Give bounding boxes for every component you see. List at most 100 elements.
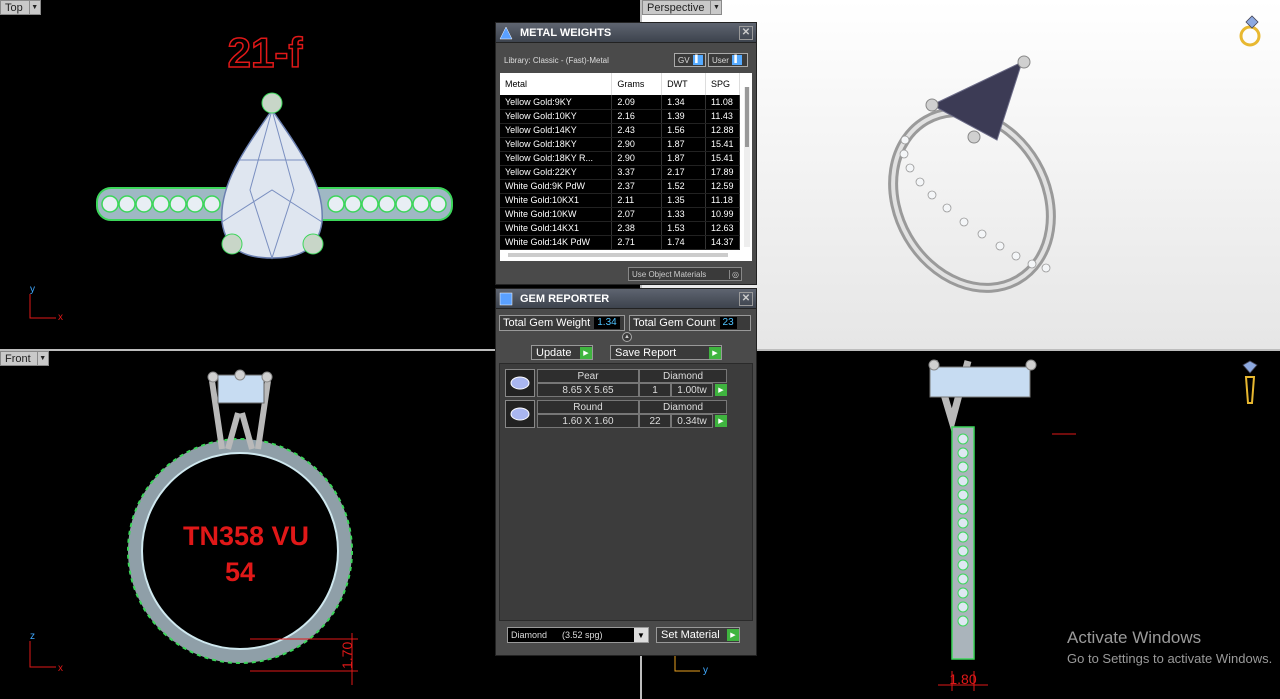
total-gem-weight-label: Total Gem Weight [503,317,591,329]
close-icon[interactable]: ✕ [739,25,753,40]
axis-y-label: y [30,284,35,295]
table-cell: Yellow Gold:10KY [500,109,613,124]
panel-title-bar[interactable]: METAL WEIGHTS ✕ [496,23,756,43]
pear-gem-icon [505,369,535,397]
material-select[interactable]: Diamond (3.52 spg) ▼ [507,627,649,643]
table-cell: 10.99 [705,207,740,222]
gem-material: Diamond [639,400,727,414]
panel-title: METAL WEIGHTS [520,26,612,39]
table-cell: Yellow Gold:22KY [500,165,613,180]
table-row[interactable]: Yellow Gold:14KY 2.43 1.56 12.88 [500,123,740,138]
toggle-icon: ▌ [731,55,742,65]
update-button[interactable]: Update ▶ [531,345,593,360]
play-icon: ▶ [580,346,592,359]
column-header[interactable]: Metal [500,73,613,95]
viewport-label-front[interactable]: Front ▼ [0,351,49,366]
axis-icon [29,294,56,319]
table-row[interactable]: Yellow Gold:22KY 3.37 2.17 17.89 [500,165,740,180]
column-header[interactable]: Grams [611,73,663,95]
total-gem-weight: Total Gem Weight 1.34 [499,315,625,331]
table-cell: 1.39 [661,109,707,124]
vertical-scrollbar[interactable] [744,87,750,247]
round-gem-icon [505,400,535,428]
panel-title-bar[interactable]: GEM REPORTER ✕ [496,289,756,309]
gem-item-pear[interactable]: Pear Diamond 8.65 X 5.65 1 1.00tw ▶ [505,369,729,399]
use-object-materials-dropdown[interactable]: Use Object Materials ◎ [628,267,742,281]
table-row[interactable]: White Gold:10KX1 2.11 1.35 11.18 [500,193,740,208]
user-toggle[interactable]: User ▌ [708,53,748,67]
gem-list: Pear Diamond 8.65 X 5.65 1 1.00tw ▶ Roun… [499,363,753,621]
table-cell: 15.41 [705,151,740,166]
table-cell: 2.90 [611,151,663,166]
set-material-label: Set Material [661,629,720,641]
viewport-name: Perspective [647,1,705,14]
play-icon: ▶ [727,629,739,641]
gem-material: Diamond [639,369,727,383]
table-cell: 12.88 [705,123,740,138]
gem-weight: 0.34tw [671,414,713,428]
table-cell: Yellow Gold:18KY R... [500,151,613,166]
play-icon[interactable]: ▶ [715,415,727,427]
table-cell: 1.33 [661,207,707,222]
gem-size: 1.60 X 1.60 [537,414,639,428]
total-gem-weight-value: 1.34 [594,317,620,329]
table-row[interactable]: Yellow Gold:9KY 2.09 1.34 11.08 [500,95,740,110]
table-cell: White Gold:14KX1 [500,221,613,236]
ring-icon[interactable] [1239,15,1261,47]
gem-size: 8.65 X 5.65 [537,383,639,397]
gv-toggle[interactable]: GV ▌ [674,53,706,67]
toggle-icon: ▌ [692,55,703,65]
table-cell: Yellow Gold:14KY [500,123,613,138]
table-cell: 2.90 [611,137,663,152]
play-icon[interactable]: ▶ [715,384,727,396]
table-row[interactable]: White Gold:10KW 2.07 1.33 10.99 [500,207,740,222]
table-cell: 1.56 [661,123,707,138]
column-header[interactable]: SPG [705,73,740,95]
table-cell: 1.87 [661,137,707,152]
panel-title: GEM REPORTER [520,292,610,305]
table-cell: Yellow Gold:18KY [500,137,613,152]
axis-icon [29,641,56,668]
chevron-down-icon[interactable]: ▼ [634,628,648,642]
chevron-down-icon[interactable]: ▼ [36,352,48,365]
table-cell: 14.37 [705,235,740,250]
gem-shape: Round [537,400,639,414]
table-cell: 1.52 [661,179,707,194]
table-row[interactable]: Yellow Gold:10KY 2.16 1.39 11.43 [500,109,740,124]
table-row[interactable]: Yellow Gold:18KY 2.90 1.87 15.41 [500,137,740,152]
table-row[interactable]: White Gold:9K PdW 2.37 1.52 12.59 [500,179,740,194]
engraving-line1: TN358 VU [183,521,309,551]
gem-reporter-panel: GEM REPORTER ✕ Total Gem Weight 1.34 Tot… [495,288,757,656]
table-row[interactable]: White Gold:14KX1 2.38 1.53 12.63 [500,221,740,236]
viewport-label-perspective[interactable]: Perspective ▼ [642,0,723,15]
table-cell: 2.37 [611,179,663,194]
table-cell: Yellow Gold:9KY [500,95,613,110]
material-select-value: Diamond (3.52 spg) [511,630,603,640]
table-row[interactable]: Yellow Gold:18KY R... 2.90 1.87 15.41 [500,151,740,166]
axis-y-label: y [703,665,708,676]
scroll-thumb[interactable] [745,87,749,147]
metal-table[interactable]: Metal Grams DWT SPG Yellow Gold:9KY 2.09 1… [500,73,752,261]
ring-icon[interactable] [1242,360,1258,404]
axis-z-label: z [30,631,35,642]
table-row[interactable]: White Gold:14K PdW 2.71 1.74 14.37 [500,235,740,250]
library-label: Library: Classic - (Fast)-Metal [504,56,609,65]
column-header[interactable]: DWT [661,73,707,95]
save-report-button[interactable]: Save Report ▶ [610,345,722,360]
collapse-icon[interactable]: ▲ [622,332,632,342]
table-cell: 2.16 [611,109,663,124]
set-material-button[interactable]: Set Material ▶ [656,627,740,643]
horizontal-scrollbar[interactable] [508,253,728,257]
table-cell: White Gold:10KW [500,207,613,222]
close-icon[interactable]: ✕ [739,291,753,306]
user-label: User [712,55,729,65]
table-cell: 15.41 [705,137,740,152]
viewport-label-top[interactable]: Top ▼ [0,0,41,15]
gem-item-round[interactable]: Round Diamond 1.60 X 1.60 22 0.34tw ▶ [505,400,729,430]
chevron-down-icon[interactable]: ◎ [729,269,741,279]
gv-label: GV [678,55,690,65]
pear-stone [929,366,1031,398]
chevron-down-icon[interactable]: ▼ [28,1,40,14]
chevron-down-icon[interactable]: ▼ [710,1,721,14]
table-cell: White Gold:10KX1 [500,193,613,208]
